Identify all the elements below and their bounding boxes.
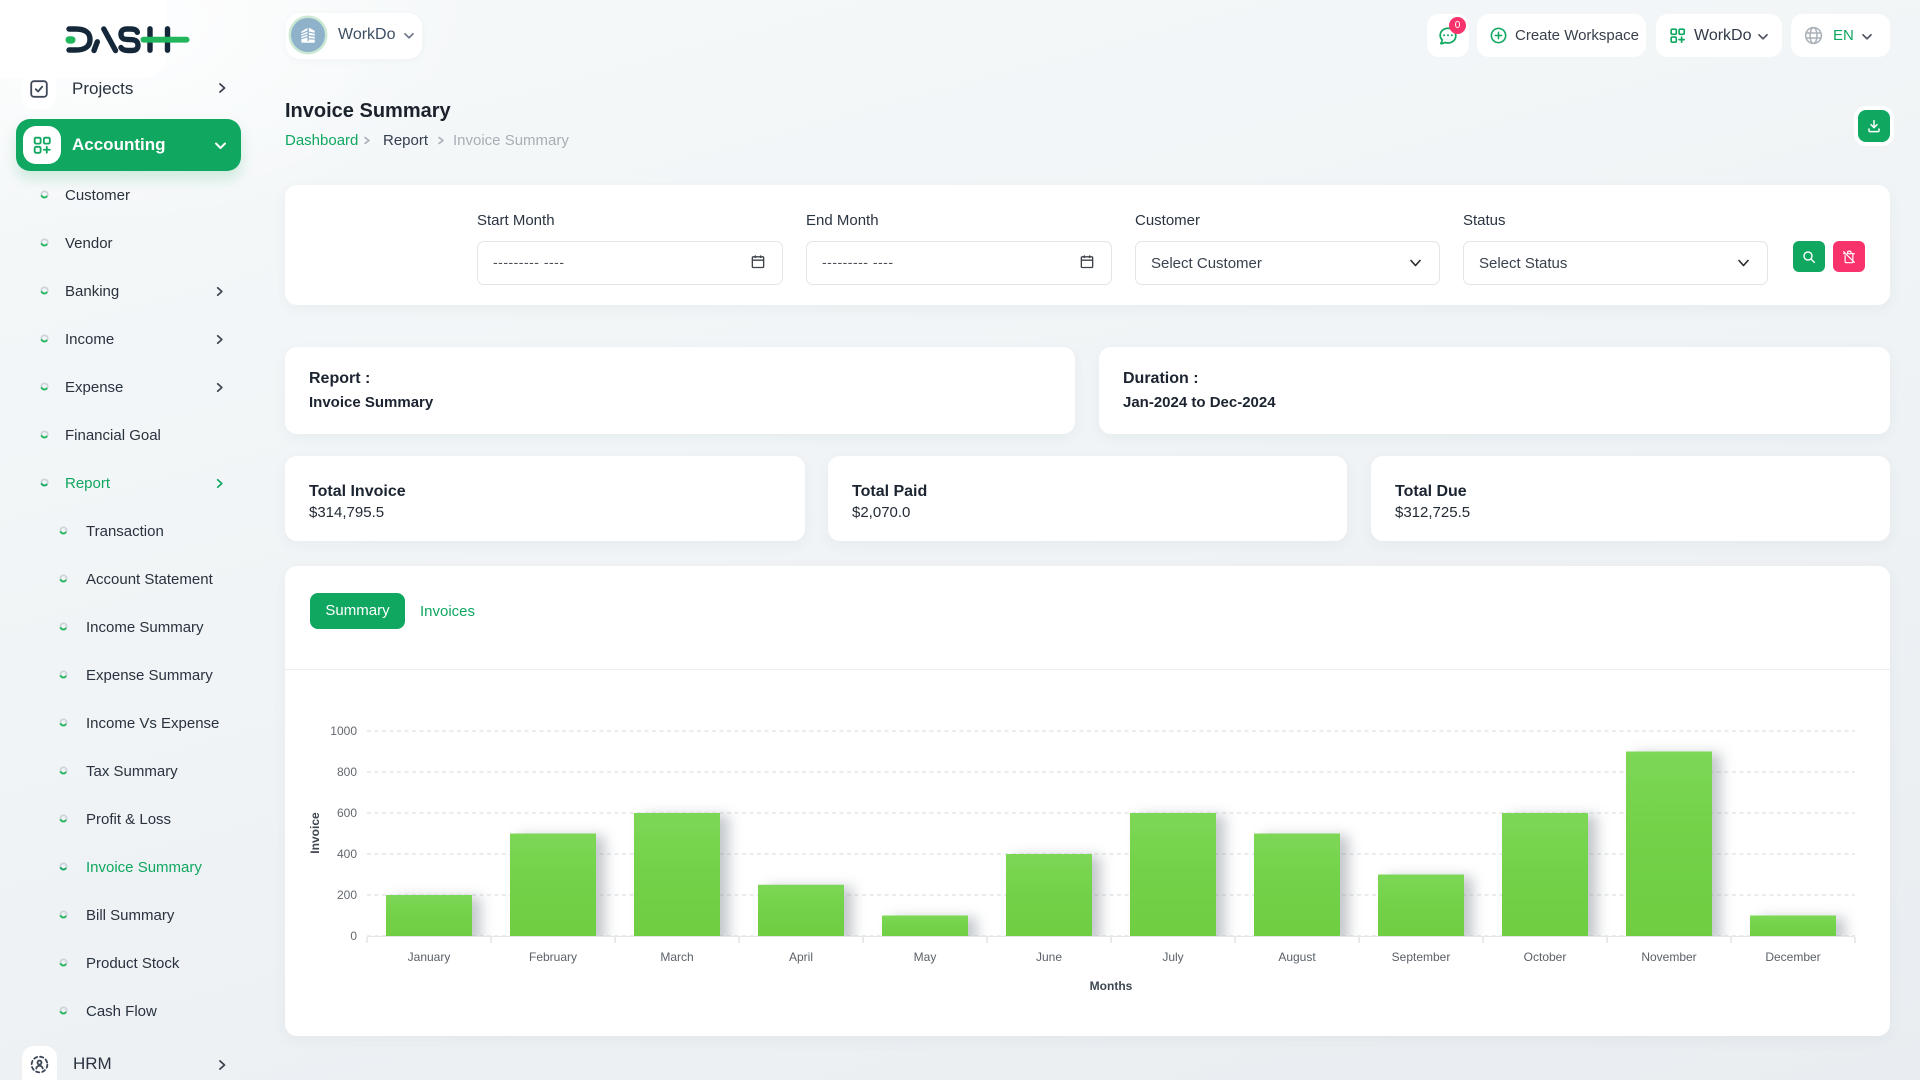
svg-text:January: January bbox=[408, 950, 451, 964]
svg-text:December: December bbox=[1765, 950, 1820, 964]
svg-text:February: February bbox=[529, 950, 577, 964]
svg-text:May: May bbox=[914, 950, 937, 964]
svg-text:800: 800 bbox=[337, 765, 357, 779]
svg-text:August: August bbox=[1278, 950, 1316, 964]
svg-text:April: April bbox=[789, 950, 813, 964]
svg-text:July: July bbox=[1162, 950, 1183, 964]
svg-text:1000: 1000 bbox=[330, 724, 357, 738]
svg-text:200: 200 bbox=[337, 888, 357, 902]
svg-text:Invoice: Invoice bbox=[308, 812, 322, 854]
svg-text:0: 0 bbox=[350, 929, 357, 943]
svg-text:600: 600 bbox=[337, 806, 357, 820]
svg-text:March: March bbox=[660, 950, 693, 964]
svg-text:June: June bbox=[1036, 950, 1062, 964]
svg-text:September: September bbox=[1392, 950, 1451, 964]
svg-text:400: 400 bbox=[337, 847, 357, 861]
svg-text:Months: Months bbox=[1090, 979, 1133, 993]
svg-text:November: November bbox=[1641, 950, 1696, 964]
svg-text:October: October bbox=[1524, 950, 1567, 964]
